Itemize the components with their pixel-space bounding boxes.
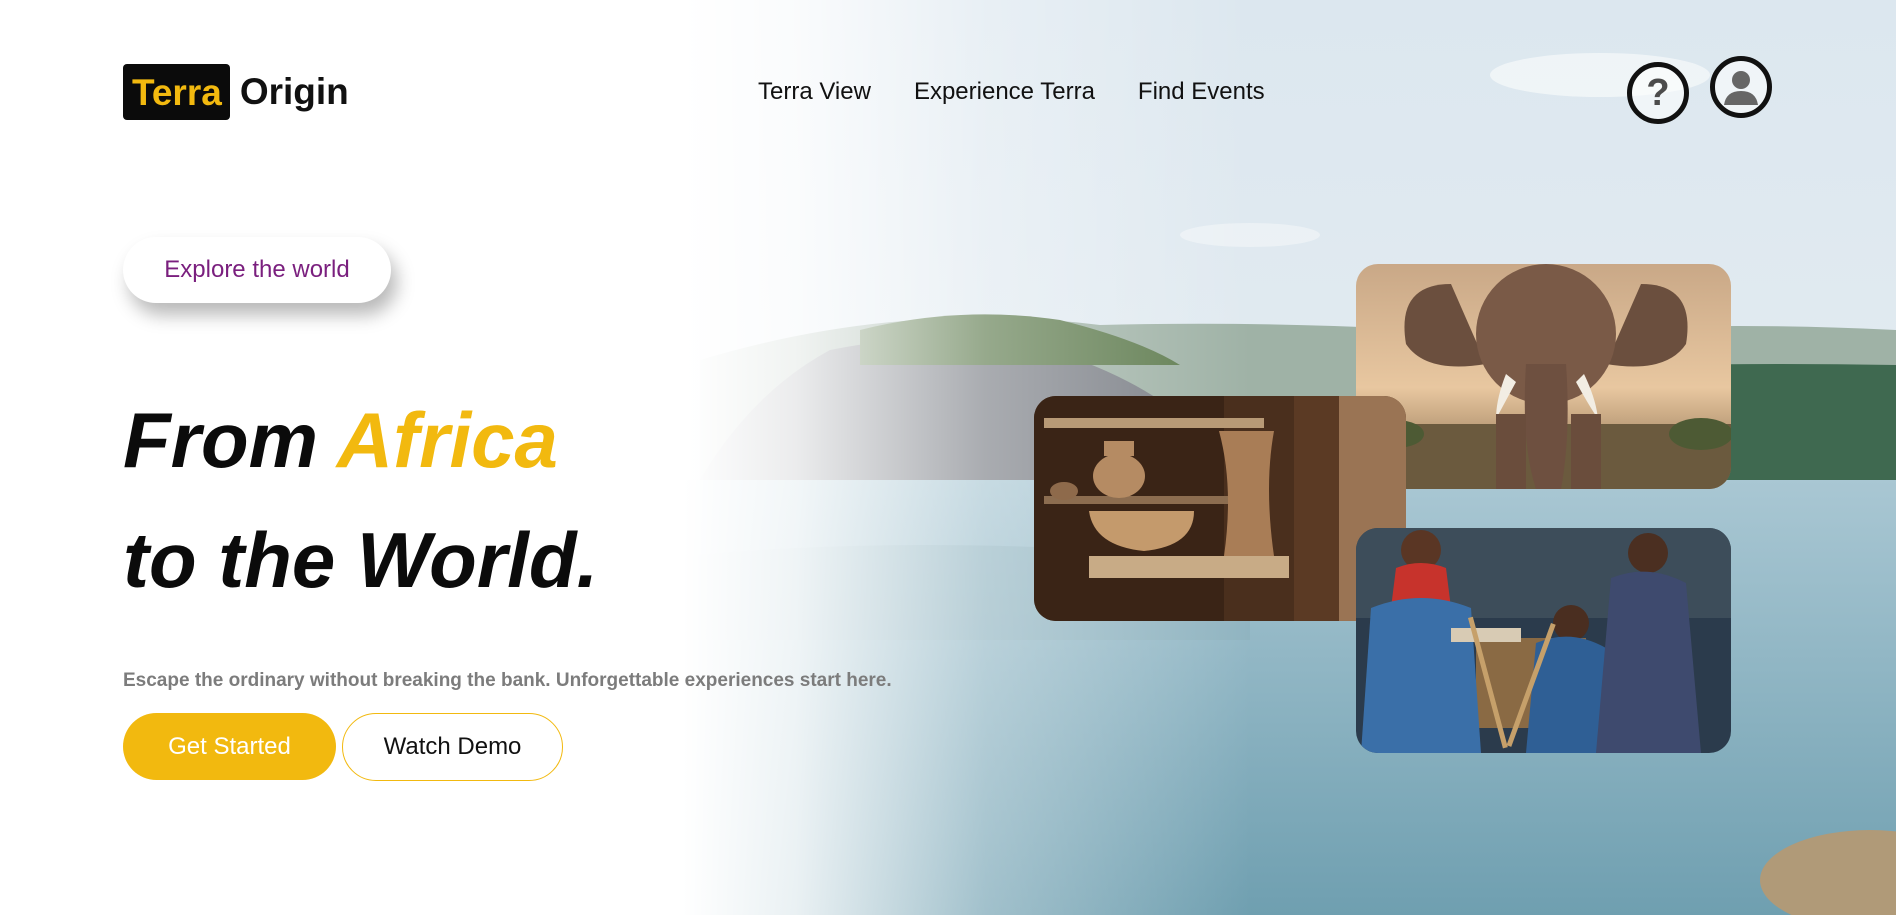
headline-part-1: From bbox=[123, 396, 337, 484]
get-started-button[interactable]: Get Started bbox=[123, 713, 336, 780]
main-nav: Terra View Experience Terra Find Events bbox=[758, 78, 1265, 106]
nav-find-events[interactable]: Find Events bbox=[1138, 78, 1265, 106]
headline-line-1: From Africa bbox=[123, 380, 598, 500]
nav-terra-view[interactable]: Terra View bbox=[758, 78, 871, 106]
logo[interactable]: Terra Origin bbox=[123, 64, 349, 120]
hero-headline: From Africa to the World. bbox=[123, 380, 598, 620]
logo-box: Terra bbox=[123, 64, 230, 120]
watch-demo-button[interactable]: Watch Demo bbox=[342, 713, 563, 781]
headline-line-2: to the World. bbox=[123, 516, 599, 604]
user-icon bbox=[1724, 71, 1758, 105]
headline-accent: Africa bbox=[336, 396, 558, 484]
question-mark-icon: ? bbox=[1646, 72, 1670, 114]
elephant-photo bbox=[1356, 264, 1731, 489]
hero-subtitle: Escape the ordinary without breaking the… bbox=[123, 670, 892, 691]
help-button[interactable]: ? bbox=[1627, 62, 1689, 124]
profile-button[interactable] bbox=[1710, 56, 1772, 118]
logo-text: Origin bbox=[239, 71, 349, 112]
people-photo bbox=[1356, 528, 1731, 753]
pottery-photo bbox=[1034, 396, 1406, 621]
explore-world-pill[interactable]: Explore the world bbox=[123, 237, 391, 303]
site-header: Terra Origin Terra View Experience Terra… bbox=[0, 0, 1896, 180]
nav-experience-terra[interactable]: Experience Terra bbox=[914, 78, 1095, 106]
